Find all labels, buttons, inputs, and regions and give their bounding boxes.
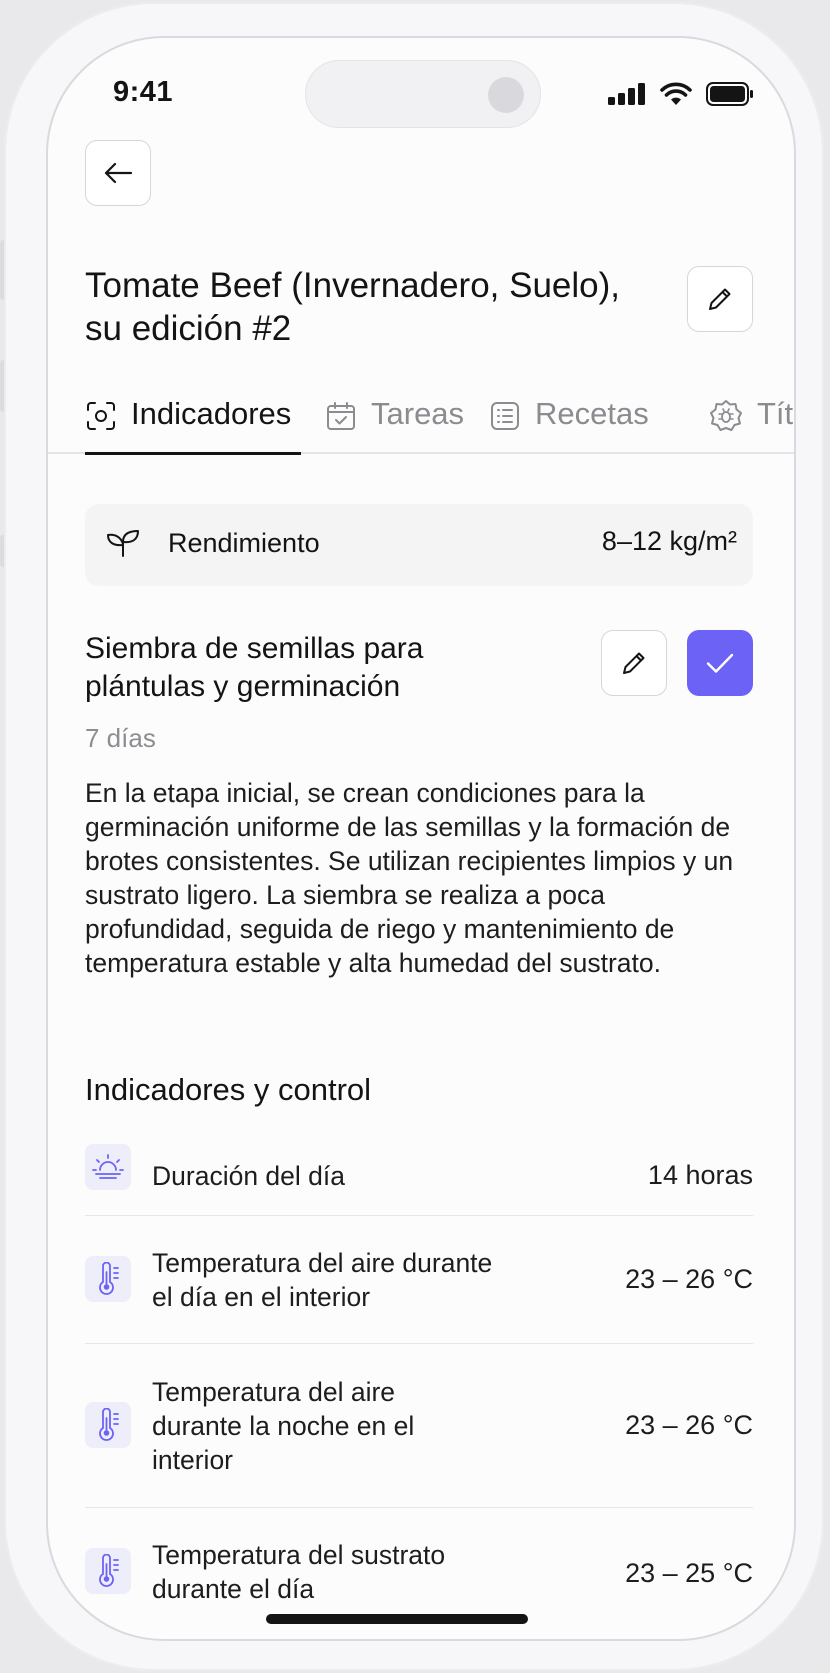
wifi-icon — [660, 82, 692, 105]
status-bar: 9:41 — [48, 38, 794, 148]
sprout-icon — [107, 530, 139, 557]
indicator-label: Temperatura del aire durante la noche en… — [152, 1376, 415, 1475]
pencil-icon — [709, 288, 731, 310]
tab-label: Títulos — [757, 396, 794, 431]
tab-label: Indicadores — [131, 396, 292, 431]
indicators-list: Duración del día 14 horas Temperatura de… — [85, 1136, 753, 1636]
complete-stage-button[interactable] — [687, 630, 753, 696]
indicator-value: 23 – 26 °C — [625, 1264, 753, 1294]
sunrise-icon — [85, 1144, 131, 1190]
tab-label: Tareas — [371, 396, 465, 431]
status-icons — [608, 82, 754, 106]
app-screen: 9:41 Tomate Beef (Invernadero, Suelo), s… — [46, 36, 796, 1641]
calendar-icon — [327, 402, 355, 430]
back-button[interactable] — [85, 140, 151, 206]
indicator-row: Temperatura del aire durante el día en e… — [85, 1216, 753, 1344]
pencil-icon — [623, 652, 645, 674]
thermometer-icon — [85, 1548, 131, 1594]
stage-description: En la etapa inicial, se crean condicione… — [85, 778, 734, 978]
phone-frame: 9:41 Tomate Beef (Invernadero, Suelo), s… — [4, 2, 824, 1671]
signal-icon — [608, 83, 645, 105]
dynamic-island — [305, 60, 541, 128]
active-tab-indicator — [85, 452, 301, 455]
status-time: 9:41 — [113, 76, 174, 108]
tab-recetas[interactable]: Recetas — [489, 388, 649, 454]
yield-card: Rendimiento 8–12 kg/m² — [85, 504, 753, 586]
edit-stage-button[interactable] — [601, 630, 667, 696]
indicator-label: Temperatura del sustrato durante el día — [152, 1540, 446, 1604]
tab-tareas[interactable]: Tareas — [325, 388, 464, 454]
tab-label: Recetas — [535, 396, 649, 431]
edit-title-button[interactable] — [687, 266, 753, 332]
tab-bar: Indicadores Tareas Recetas Tít — [48, 388, 794, 455]
indicator-label: Temperatura del aire durante el día en e… — [152, 1247, 493, 1312]
home-indicator[interactable] — [266, 1614, 528, 1624]
stage-duration: 7 días — [85, 723, 156, 753]
yield-value: 8–12 kg/m² — [601, 526, 737, 556]
list-icon — [491, 402, 519, 430]
indicator-row: Duración del día 14 horas — [85, 1136, 753, 1216]
indicator-row: Temperatura del aire durante la noche en… — [85, 1344, 753, 1508]
indicator-value: 23 – 26 °C — [625, 1410, 753, 1440]
thermometer-icon — [85, 1256, 131, 1302]
tab-indicadores[interactable]: Indicadores — [85, 388, 291, 454]
page-title: Tomate Beef (Invernadero, Suelo), su edi… — [85, 266, 621, 348]
tab-titulos[interactable]: Títulos — [709, 388, 794, 454]
arrow-left-icon — [104, 162, 133, 184]
stage-title: Siembra de semillas para plántulas y ger… — [85, 632, 424, 703]
indicator-value: 14 horas — [647, 1160, 753, 1190]
indicator-label: Duración del día — [152, 1160, 345, 1191]
scan-icon — [87, 402, 115, 430]
bug-badge-icon — [710, 400, 742, 431]
check-icon — [706, 653, 734, 673]
indicator-value: 23 – 25 °C — [625, 1558, 753, 1588]
thermometer-icon — [85, 1402, 131, 1448]
yield-label: Rendimiento — [168, 528, 320, 558]
battery-icon — [706, 82, 753, 106]
indicators-heading: Indicadores y control — [85, 1072, 372, 1107]
